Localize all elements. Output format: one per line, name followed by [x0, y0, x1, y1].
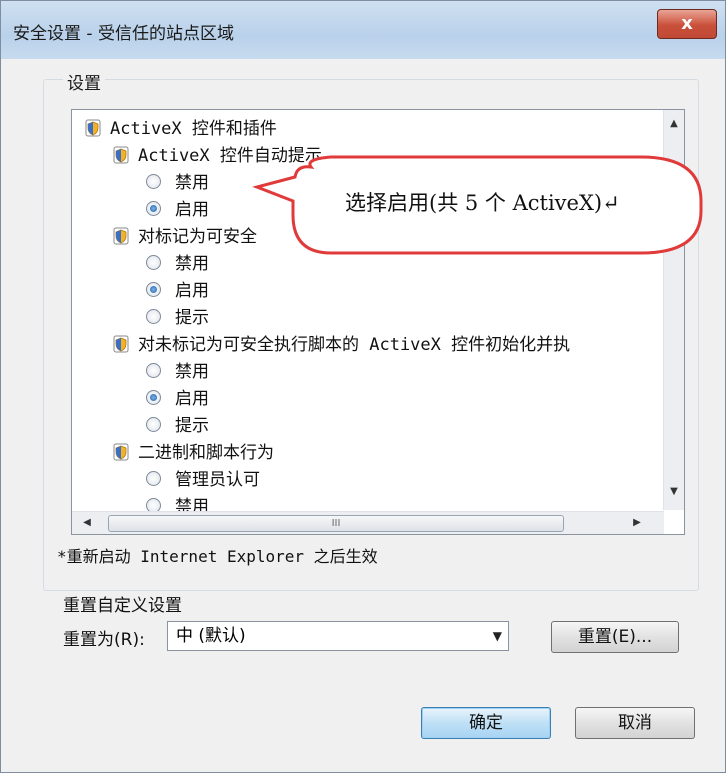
security-settings-dialog: 安全设置 - 受信任的站点区域 x 设置 ActiveX 控件和插件 Active… — [0, 0, 726, 773]
callout-text: 选择启用(共 5 个 ActiveX)↵ — [345, 191, 620, 215]
callout-bubble — [252, 155, 703, 255]
